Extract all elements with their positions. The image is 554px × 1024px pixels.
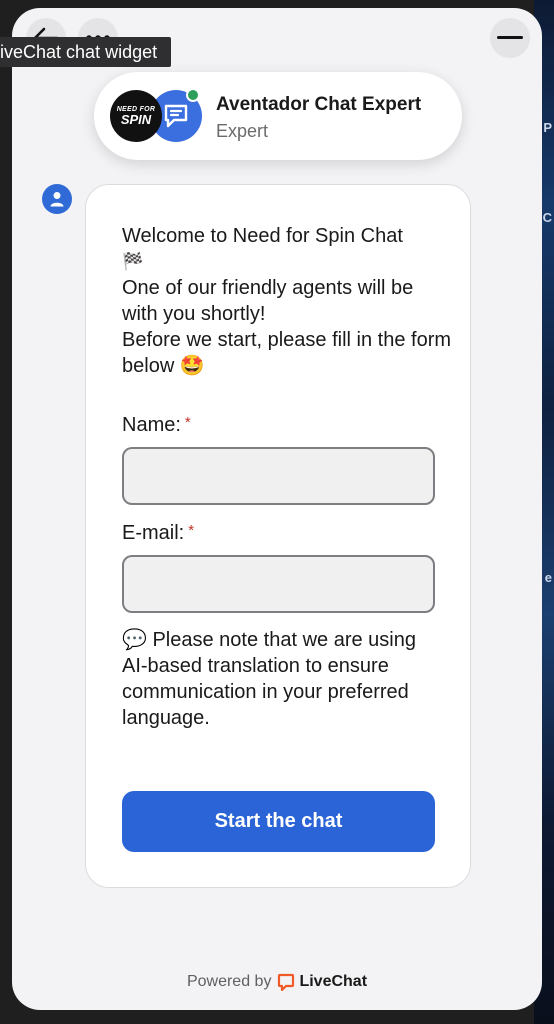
chat-bubble-icon xyxy=(164,104,188,128)
required-marker: * xyxy=(184,414,191,431)
translation-note: 💬 Please note that we are using AI-based… xyxy=(122,627,442,731)
powered-by-text: Powered by xyxy=(186,973,272,990)
email-label-text: E-mail: xyxy=(122,522,185,544)
online-status-dot xyxy=(186,88,200,102)
backdrop-fragment: P xyxy=(543,120,552,135)
welcome-message: Welcome to Need for Spin Chat 🏁 One of o… xyxy=(122,223,452,379)
livechat-brand-text: LiveChat xyxy=(299,973,368,990)
minimize-icon xyxy=(497,36,523,39)
welcome-line: Welcome to Need for Spin Chat xyxy=(122,225,403,247)
company-logo: NEED FOR SPIN xyxy=(110,90,162,142)
start-chat-button[interactable]: Start the chat xyxy=(122,791,435,852)
livechat-brand-link[interactable]: LiveChat xyxy=(277,973,367,991)
required-marker: * xyxy=(188,522,195,539)
speech-bubble-icon: 💬 xyxy=(122,629,147,651)
logo-text-bottom: SPIN xyxy=(120,112,152,127)
system-avatar xyxy=(42,184,72,214)
welcome-line: One of our friendly agents will be with … xyxy=(122,277,414,325)
chat-widget: NEED FOR SPIN Aventador Chat Expert Expe… xyxy=(12,8,542,1010)
name-label: Name: * xyxy=(122,414,191,437)
backdrop-fragment: e xyxy=(544,570,552,585)
agent-name: Aventador Chat Expert xyxy=(216,94,422,115)
agent-role: Expert xyxy=(216,121,269,141)
prechat-form-card: Welcome to Need for Spin Chat 🏁 One of o… xyxy=(85,184,471,888)
widget-tooltip: LiveChat chat widget xyxy=(0,37,172,67)
email-label: E-mail: * xyxy=(122,522,194,545)
agent-card: NEED FOR SPIN Aventador Chat Expert Expe… xyxy=(94,72,462,160)
translation-note-text: Please note that we are using AI-based t… xyxy=(122,629,416,729)
name-label-text: Name: xyxy=(122,414,181,436)
livechat-logo-icon xyxy=(278,973,295,991)
welcome-line: Before we start, please fill in the form… xyxy=(122,329,452,377)
name-input[interactable] xyxy=(122,447,435,505)
user-icon xyxy=(50,192,64,207)
backdrop-fragment: C xyxy=(542,210,552,225)
checkered-flag-icon: 🏁 xyxy=(122,252,144,271)
powered-by-footer: Powered by LiveChat xyxy=(12,973,542,991)
minimize-button[interactable] xyxy=(490,18,530,58)
email-input[interactable] xyxy=(122,555,435,613)
